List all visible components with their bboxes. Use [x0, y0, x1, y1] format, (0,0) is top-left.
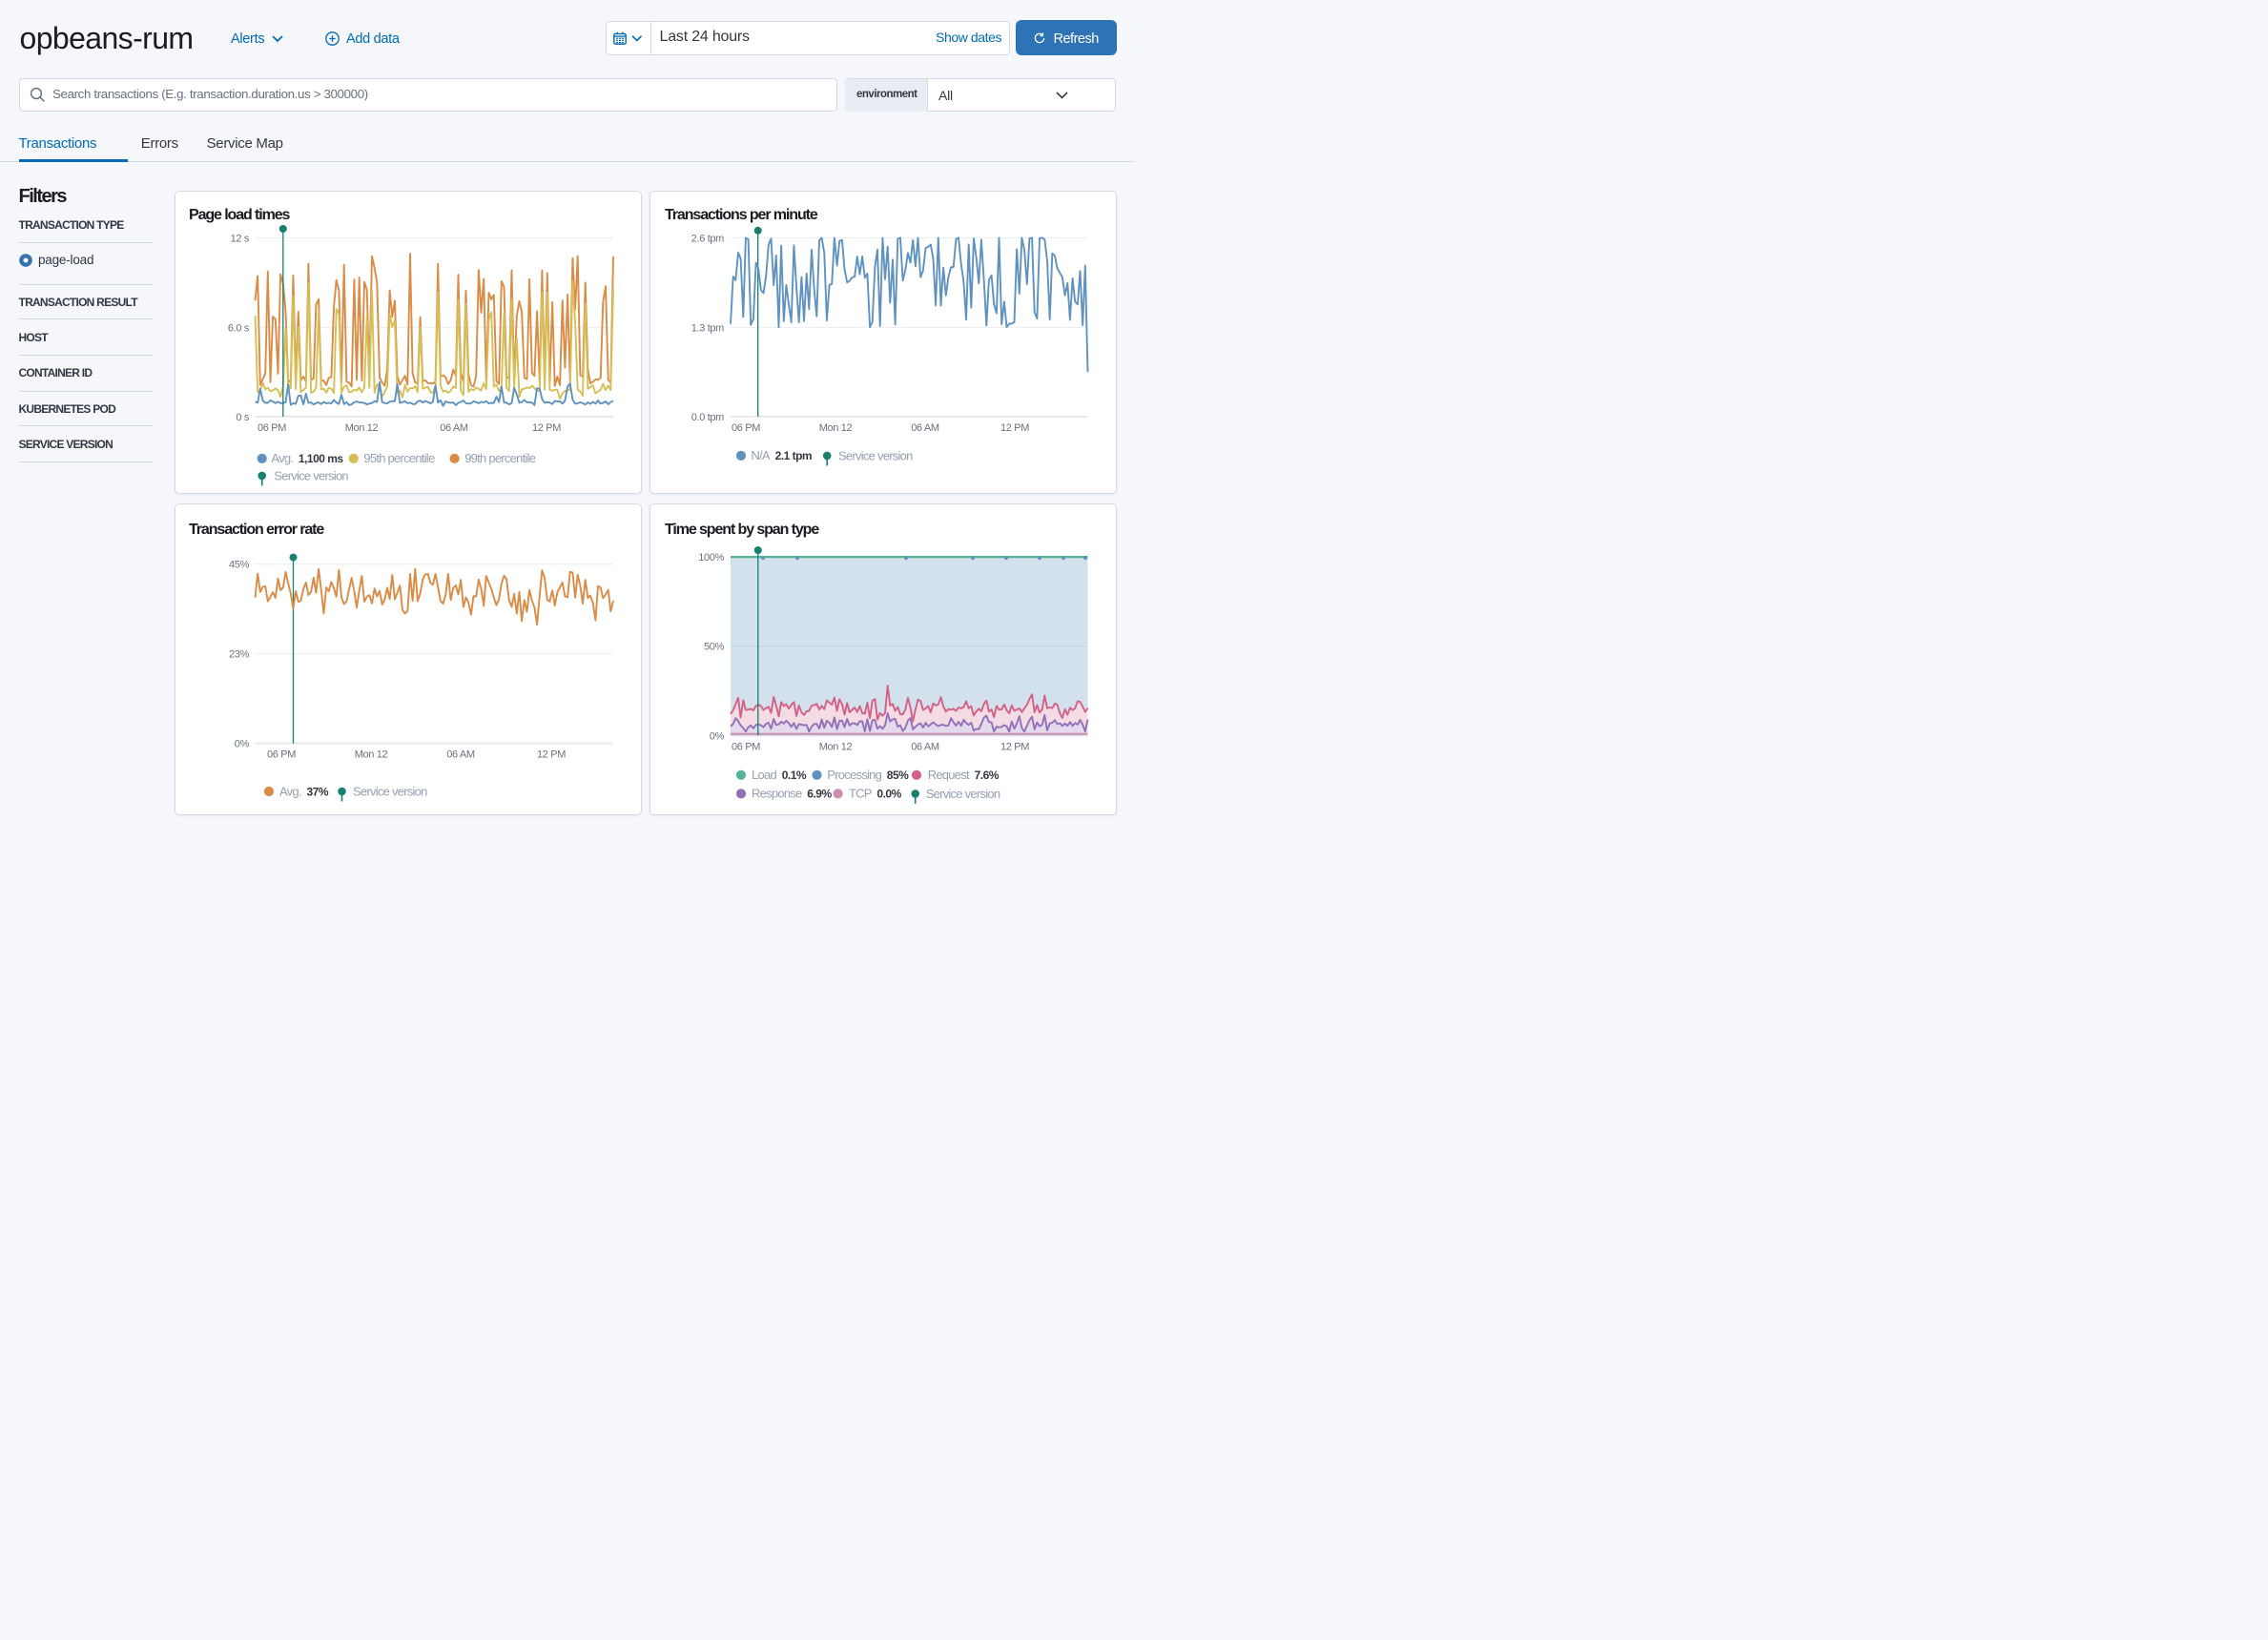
svg-text:06 PM: 06 PM [732, 422, 760, 434]
svg-text:50%: 50% [704, 642, 725, 653]
svg-text:Service version: Service version [926, 787, 1000, 801]
svg-text:Service version: Service version [353, 785, 427, 799]
svg-text:06 AM: 06 AM [911, 422, 939, 434]
svg-text:0.0 tpm: 0.0 tpm [691, 412, 724, 423]
svg-text:100%: 100% [698, 552, 724, 564]
svg-text:06 PM: 06 PM [258, 422, 286, 434]
svg-text:2.6 tpm: 2.6 tpm [691, 233, 724, 244]
svg-text:12 PM: 12 PM [1000, 741, 1029, 752]
svg-text:37%: 37% [307, 785, 329, 798]
svg-text:1.3 tpm: 1.3 tpm [691, 322, 724, 334]
svg-text:12 PM: 12 PM [532, 422, 561, 434]
svg-text:Processing: Processing [827, 768, 881, 782]
svg-text:12 PM: 12 PM [1000, 422, 1029, 434]
svg-text:1,100 ms: 1,100 ms [299, 452, 344, 465]
svg-text:Service version: Service version [838, 449, 913, 463]
svg-text:45%: 45% [229, 560, 250, 571]
svg-text:TCP: TCP [849, 787, 872, 801]
svg-text:12 PM: 12 PM [537, 749, 566, 761]
svg-text:7.6%: 7.6% [975, 769, 1000, 782]
svg-text:N/A: N/A [751, 448, 771, 462]
svg-text:0%: 0% [235, 739, 250, 750]
svg-text:2.1 tpm: 2.1 tpm [775, 449, 813, 462]
svg-text:6.9%: 6.9% [807, 788, 832, 801]
svg-text:Mon 12: Mon 12 [819, 741, 853, 752]
svg-text:23%: 23% [229, 649, 250, 661]
svg-text:Avg.: Avg. [279, 784, 301, 798]
svg-text:85%: 85% [887, 769, 909, 782]
svg-text:06 AM: 06 AM [446, 749, 475, 761]
svg-text:Mon 12: Mon 12 [355, 749, 388, 761]
svg-text:0 s: 0 s [236, 412, 249, 423]
svg-text:6.0 s: 6.0 s [228, 322, 250, 334]
svg-text:06 PM: 06 PM [267, 749, 296, 761]
svg-text:0%: 0% [710, 730, 725, 742]
svg-text:12 s: 12 s [231, 233, 250, 244]
svg-text:06 PM: 06 PM [732, 741, 760, 752]
svg-text:99th percentile: 99th percentile [464, 451, 536, 465]
svg-text:06 AM: 06 AM [911, 741, 939, 752]
svg-text:0.0%: 0.0% [876, 788, 901, 801]
svg-text:06 AM: 06 AM [440, 422, 468, 434]
svg-text:Load: Load [752, 768, 776, 782]
svg-text:Mon 12: Mon 12 [345, 422, 379, 434]
svg-text:Avg.: Avg. [271, 451, 293, 465]
svg-text:0.1%: 0.1% [782, 769, 807, 782]
svg-text:Request: Request [928, 768, 970, 782]
svg-text:Service version: Service version [274, 469, 348, 483]
svg-text:95th percentile: 95th percentile [363, 451, 435, 465]
svg-text:Response: Response [752, 787, 802, 801]
svg-text:Mon 12: Mon 12 [819, 422, 853, 434]
